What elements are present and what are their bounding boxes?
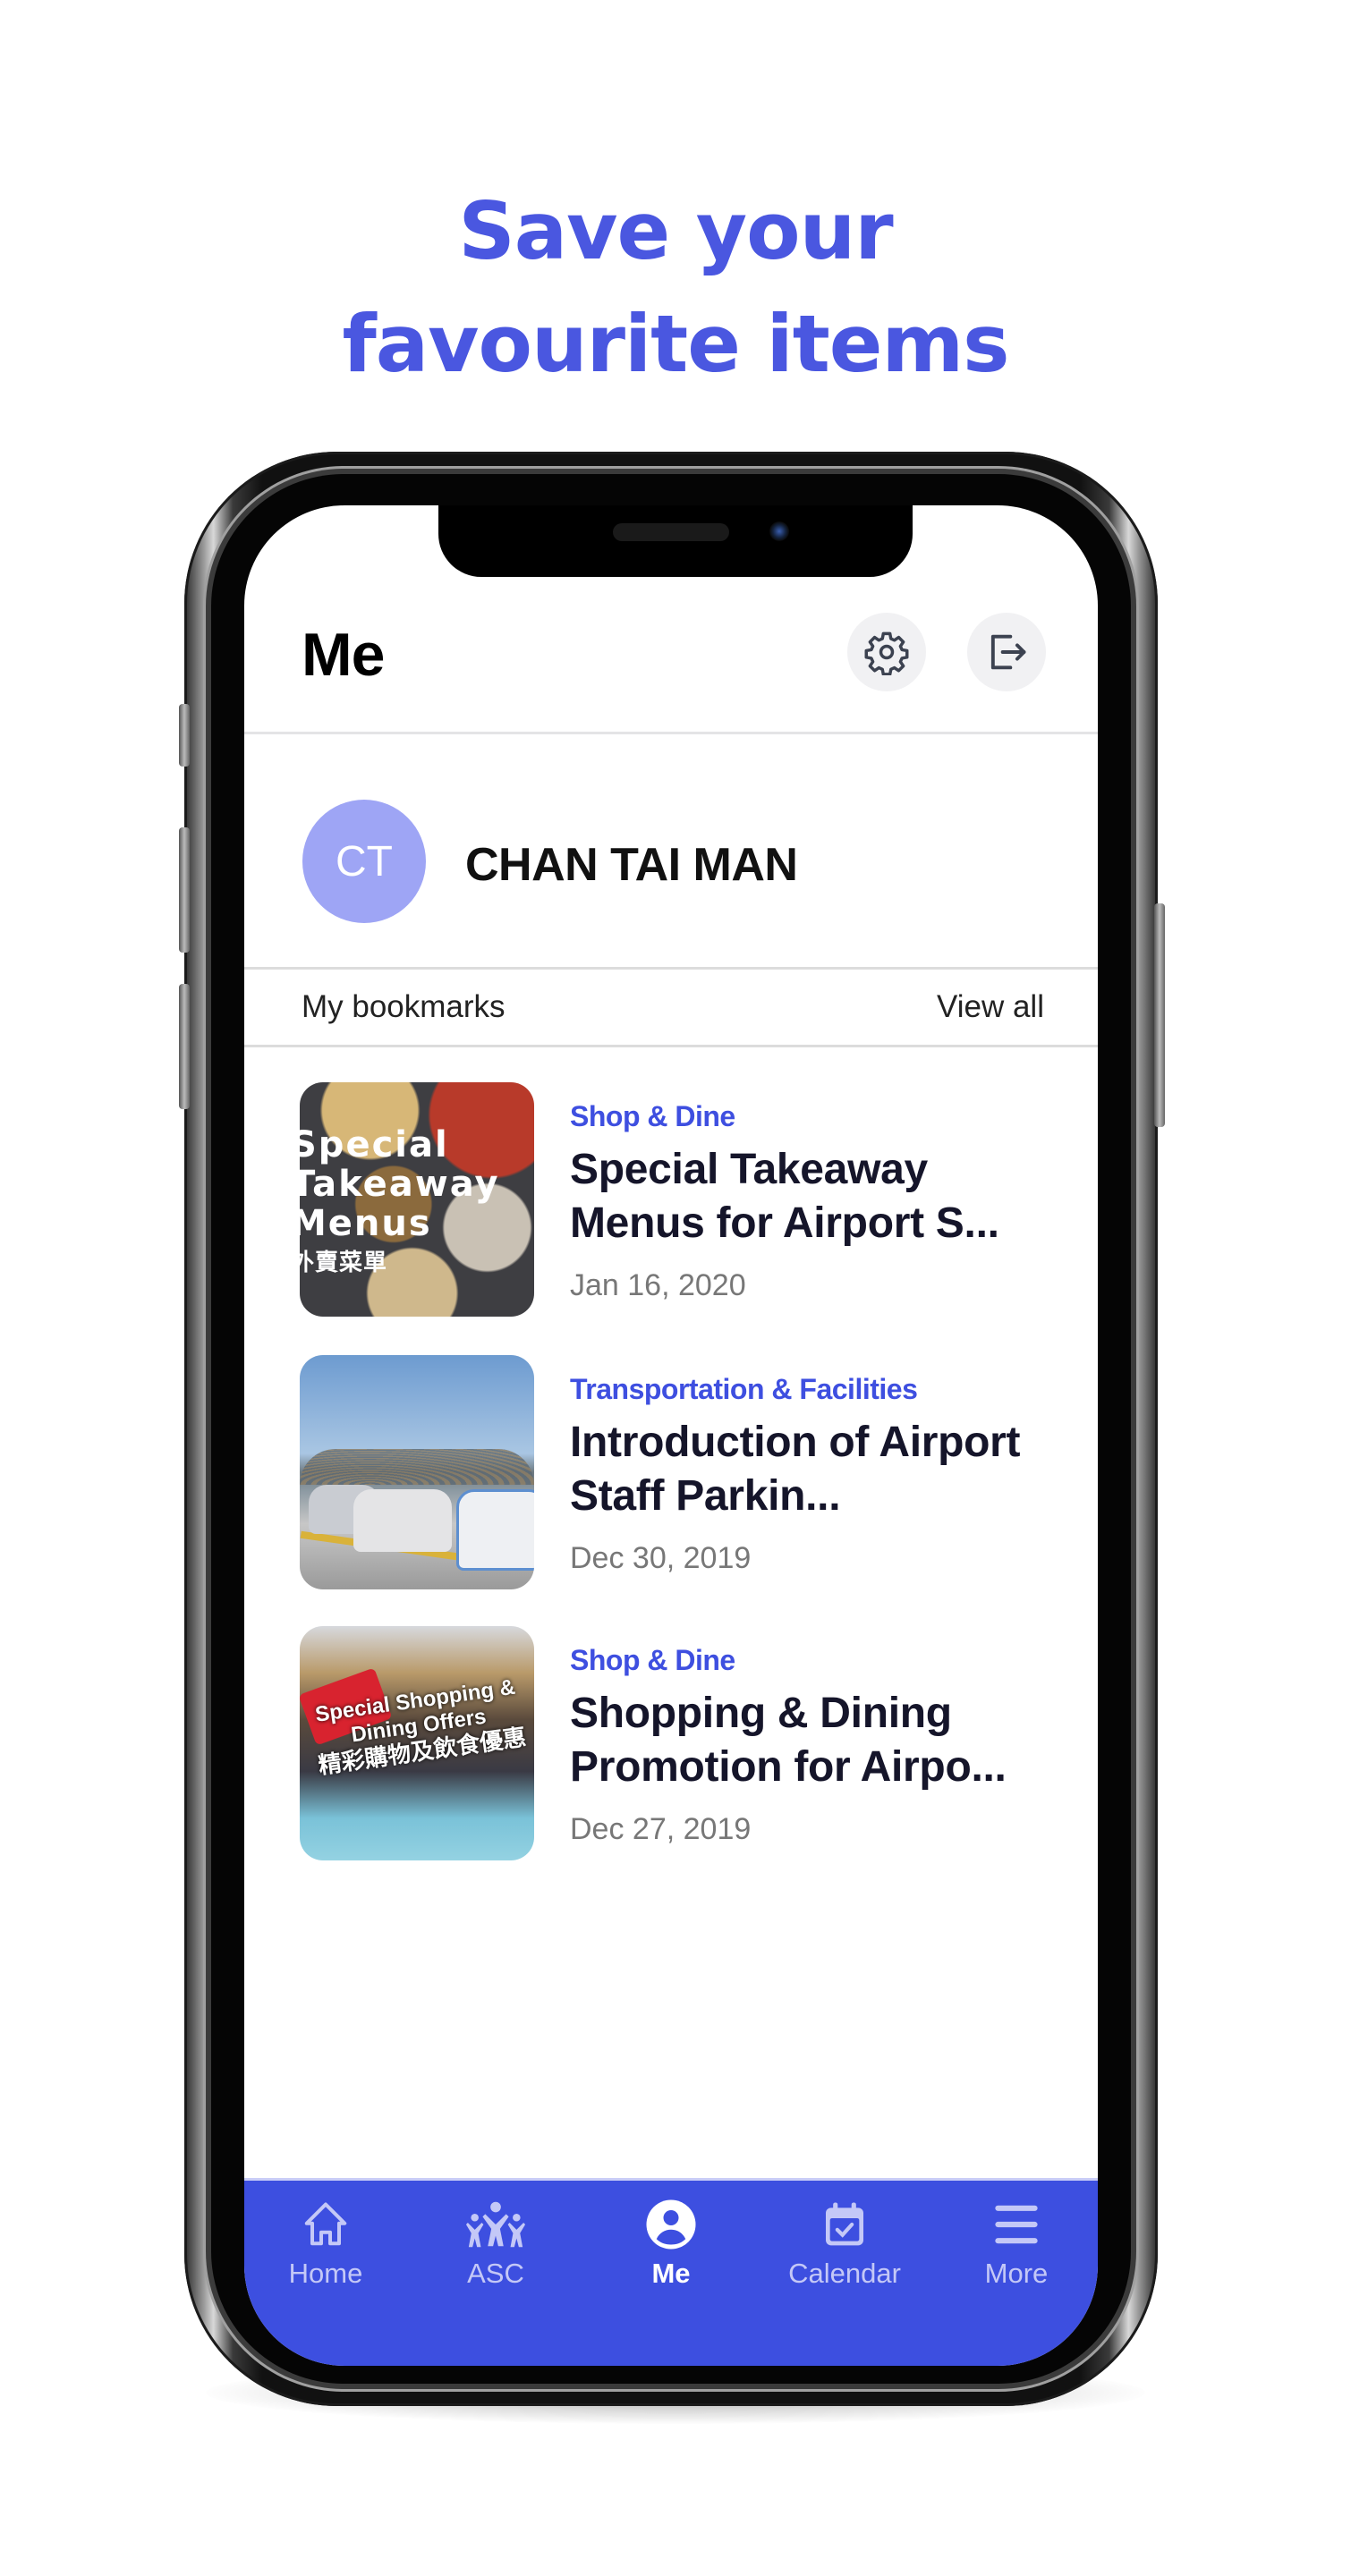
bookmark-item[interactable]: Transportation & Facilities Introduction… [300,1355,1069,1592]
thumbnail-caption-en: Special Takeaway Menus [300,1124,500,1244]
user-circle-icon [646,2199,696,2250]
calendar-icon [826,2202,863,2246]
thumbnail-caption-zh: 外賣菜單 [300,1250,388,1276]
bookmark-title: Special Takeaway Menus for Airport S... [570,1146,999,1247]
mute-switch [179,704,190,767]
people-icon [465,2201,526,2248]
tab-label: More [984,2258,1049,2289]
bookmark-date: Jan 16, 2020 [570,1268,746,1302]
bookmark-title: Introduction of Airport Staff Parkin... [570,1419,1021,1520]
tab-asc[interactable]: ASC [424,2181,567,2289]
bookmark-thumbnail [300,1355,534,1589]
bookmark-item[interactable]: Special Shopping & Dining Offers 精彩購物及飲食… [300,1626,1069,1863]
terminal-roof [300,1449,534,1485]
page-title: Me [302,621,385,689]
tab-home[interactable]: Home [254,2181,397,2289]
phone-screen: Me CT CHAN TAI MAN My bookmarks View all [244,505,1098,2366]
settings-button[interactable] [847,613,926,691]
thumbnail-caption: Special Takeaway Menus 外賣菜單 [300,1124,500,1283]
gear-icon [864,631,909,675]
bookmarks-title: My bookmarks [302,989,506,1024]
tab-label: ASC [467,2258,524,2289]
tab-me[interactable]: Me [599,2181,743,2289]
bottom-tab-bar: Home ASC Me Calendar More [244,2178,1098,2366]
bookmark-title: Shopping & Dining Promotion for Airpo... [570,1690,1007,1791]
bookmark-date: Dec 27, 2019 [570,1812,752,1846]
bookmark-item[interactable]: Special Takeaway Menus 外賣菜單 Shop & Dine … [300,1082,1069,1319]
logout-button[interactable] [967,613,1046,691]
volume-down-button [179,984,190,1109]
bookmarks-header: My bookmarks View all [244,967,1098,1047]
profile-section[interactable]: CT CHAN TAI MAN [244,734,1098,969]
bookmark-category: Shop & Dine [570,1644,735,1676]
bookmark-date: Dec 30, 2019 [570,1541,752,1575]
bookmark-category: Transportation & Facilities [570,1373,918,1405]
car [353,1489,452,1552]
view-all-link[interactable]: View all [937,989,1044,1025]
headline-line-2: favourite items [342,298,1009,390]
tab-more[interactable]: More [945,2181,1088,2289]
front-camera [769,521,789,541]
tab-label: Me [651,2258,691,2289]
promo-headline: Save your favourite items [0,175,1351,401]
avatar: CT [302,800,426,923]
car [456,1489,534,1571]
home-icon [304,2202,347,2246]
tab-label: Calendar [788,2258,901,2289]
menu-icon [995,2205,1038,2244]
tab-calendar[interactable]: Calendar [773,2181,916,2289]
speaker-grille [613,523,729,541]
bookmark-category: Shop & Dine [570,1100,735,1132]
tab-label: Home [288,2258,363,2289]
phone-notch [438,505,913,577]
headline-line-1: Save your [458,185,893,277]
user-name: CHAN TAI MAN [465,839,798,891]
volume-up-button [179,827,190,953]
bookmark-thumbnail: Special Shopping & Dining Offers 精彩購物及飲食… [300,1626,534,1860]
bookmark-thumbnail: Special Takeaway Menus 外賣菜單 [300,1082,534,1317]
logout-icon [990,634,1026,670]
power-button [1154,903,1165,1127]
